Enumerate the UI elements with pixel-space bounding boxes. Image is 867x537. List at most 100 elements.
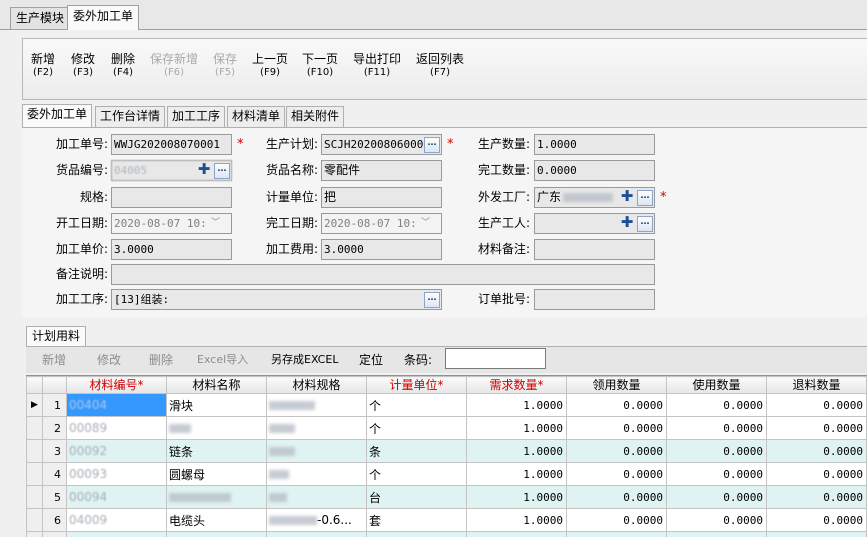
save-button[interactable]: 保存 (F5) bbox=[213, 52, 237, 80]
chevron-down-icon[interactable]: ﹀ bbox=[421, 218, 431, 228]
grid-delete-button[interactable]: 删除 bbox=[149, 353, 173, 367]
prev-page-button[interactable]: 上一页 (F9) bbox=[252, 52, 288, 80]
grid-add-button[interactable]: 新增 bbox=[42, 353, 66, 367]
fee-field[interactable]: 3.0000 bbox=[321, 239, 442, 260]
material-spec-cell[interactable] bbox=[266, 462, 367, 486]
material-spec-cell[interactable] bbox=[266, 393, 367, 417]
item-name-field[interactable]: 零配件 bbox=[321, 160, 442, 181]
used-qty-cell[interactable]: 0.0000 bbox=[666, 393, 767, 417]
table-row[interactable]: 5 00094 台 1.0000 0.0000 0.0000 0.0000 bbox=[26, 485, 867, 509]
process-field[interactable]: [13]组装: bbox=[111, 289, 442, 310]
table-row[interactable]: 4 00093 圆螺母 个 1.0000 0.0000 0.0000 0.000… bbox=[26, 462, 867, 486]
returned-qty-cell[interactable]: 0.0000 bbox=[766, 462, 867, 486]
back-to-list-button[interactable]: 返回列表 (F7) bbox=[416, 52, 464, 80]
add-button[interactable]: 新增 (F2) bbox=[31, 52, 55, 80]
remark-field[interactable] bbox=[111, 264, 655, 285]
material-code-cell[interactable]: 00093 bbox=[66, 462, 167, 486]
issued-qty-cell[interactable]: 0.0000 bbox=[566, 416, 667, 440]
delete-button[interactable]: 删除 (F4) bbox=[111, 52, 135, 80]
column-header[interactable]: 使用数量 bbox=[666, 376, 767, 394]
table-row[interactable] bbox=[26, 531, 867, 537]
factory-browse-button[interactable]: … bbox=[637, 190, 653, 206]
column-header[interactable]: 领用数量 bbox=[566, 376, 667, 394]
save-as-excel-button[interactable]: 另存成EXCEL bbox=[271, 353, 338, 367]
material-code-cell[interactable]: 00094 bbox=[66, 485, 167, 509]
returned-qty-cell[interactable]: 0.0000 bbox=[766, 439, 867, 463]
used-qty-cell[interactable]: 0.0000 bbox=[666, 485, 767, 509]
done-qty-field[interactable]: 0.0000 bbox=[534, 160, 655, 181]
table-row[interactable]: 6 04009 电缆头 -0.6... 套 1.0000 0.0000 0.00… bbox=[26, 508, 867, 532]
qty-field[interactable]: 1.0000 bbox=[534, 134, 655, 155]
required-qty-cell[interactable]: 1.0000 bbox=[466, 485, 567, 509]
column-header[interactable]: 材料规格 bbox=[266, 376, 367, 394]
column-header[interactable]: 材料名称 bbox=[166, 376, 267, 394]
spec-field[interactable] bbox=[111, 187, 232, 208]
unit-cell[interactable]: 套 bbox=[366, 508, 467, 532]
price-field[interactable]: 3.0000 bbox=[111, 239, 232, 260]
required-qty-cell[interactable]: 1.0000 bbox=[466, 508, 567, 532]
material-code-cell[interactable]: 00089 bbox=[66, 416, 167, 440]
issued-qty-cell[interactable]: 0.0000 bbox=[566, 393, 667, 417]
material-name-cell[interactable]: 链条 bbox=[166, 439, 267, 463]
plan-browse-button[interactable]: … bbox=[424, 137, 440, 153]
unit-cell[interactable]: 个 bbox=[366, 462, 467, 486]
unit-cell[interactable]: 台 bbox=[366, 485, 467, 509]
table-row[interactable]: ▶ 1 00404 滑块 个 1.0000 0.0000 0.0000 0.00… bbox=[26, 393, 867, 417]
tab-attachments[interactable]: 相关附件 bbox=[286, 106, 345, 127]
material-code-cell[interactable]: 00404 bbox=[66, 393, 167, 417]
column-header[interactable]: 退料数量 bbox=[766, 376, 867, 394]
column-header[interactable]: 需求数量* bbox=[466, 376, 567, 394]
table-row[interactable]: 2 00089 个 1.0000 0.0000 0.0000 0.0000 bbox=[26, 416, 867, 440]
material-name-cell[interactable]: 滑块 bbox=[166, 393, 267, 417]
required-qty-cell[interactable]: 1.0000 bbox=[466, 462, 567, 486]
table-row[interactable]: 3 00092 链条 条 1.0000 0.0000 0.0000 0.0000 bbox=[26, 439, 867, 463]
required-qty-cell[interactable]: 1.0000 bbox=[466, 439, 567, 463]
grid-edit-button[interactable]: 修改 bbox=[97, 353, 121, 367]
unit-cell[interactable]: 个 bbox=[366, 416, 467, 440]
material-name-cell[interactable] bbox=[166, 485, 267, 509]
edit-button[interactable]: 修改 (F3) bbox=[71, 52, 95, 80]
locate-button[interactable]: 定位 bbox=[359, 353, 383, 367]
tab-production-module[interactable]: 生产模块 bbox=[10, 7, 71, 29]
tab-material-list[interactable]: 材料清单 bbox=[227, 106, 286, 127]
used-qty-cell[interactable]: 0.0000 bbox=[666, 439, 767, 463]
required-qty-cell[interactable]: 1.0000 bbox=[466, 393, 567, 417]
column-header[interactable]: 计量单位* bbox=[366, 376, 467, 394]
unit-cell[interactable]: 个 bbox=[366, 393, 467, 417]
tab-workbench-details[interactable]: 工作台详情 bbox=[95, 106, 166, 127]
order-no-field[interactable]: WWJG202008070001 bbox=[111, 134, 232, 155]
issued-qty-cell[interactable]: 0.0000 bbox=[566, 508, 667, 532]
tab-outsource-order[interactable]: 委外加工单 bbox=[67, 5, 140, 30]
issued-qty-cell[interactable]: 0.0000 bbox=[566, 462, 667, 486]
returned-qty-cell[interactable]: 0.0000 bbox=[766, 393, 867, 417]
used-qty-cell[interactable]: 0.0000 bbox=[666, 462, 767, 486]
material-name-cell[interactable] bbox=[166, 416, 267, 440]
material-spec-cell[interactable] bbox=[266, 485, 367, 509]
chevron-down-icon[interactable]: ﹀ bbox=[211, 218, 221, 228]
material-code-cell[interactable]: 04009 bbox=[66, 508, 167, 532]
add-icon[interactable]: ✚ bbox=[620, 215, 634, 230]
material-spec-cell[interactable]: -0.6... bbox=[266, 508, 367, 532]
save-new-button[interactable]: 保存新增 (F6) bbox=[150, 52, 198, 80]
add-icon[interactable]: ✚ bbox=[197, 162, 211, 177]
used-qty-cell[interactable]: 0.0000 bbox=[666, 508, 767, 532]
next-page-button[interactable]: 下一页 (F10) bbox=[302, 52, 338, 80]
required-qty-cell[interactable]: 1.0000 bbox=[466, 416, 567, 440]
excel-import-button[interactable]: Excel导入 bbox=[197, 353, 248, 367]
item-browse-button[interactable]: … bbox=[214, 163, 230, 179]
unit-field[interactable]: 把 bbox=[321, 187, 442, 208]
tab-outsource-order-detail[interactable]: 委外加工单 bbox=[22, 104, 93, 127]
process-browse-button[interactable]: … bbox=[424, 292, 440, 308]
unit-cell[interactable]: 条 bbox=[366, 439, 467, 463]
material-spec-cell[interactable] bbox=[266, 439, 367, 463]
material-note-field[interactable] bbox=[534, 239, 655, 260]
tab-planned-materials[interactable]: 计划用料 bbox=[26, 326, 87, 346]
used-qty-cell[interactable]: 0.0000 bbox=[666, 416, 767, 440]
batch-field[interactable] bbox=[534, 289, 655, 310]
add-icon[interactable]: ✚ bbox=[620, 189, 634, 204]
material-name-cell[interactable]: 圆螺母 bbox=[166, 462, 267, 486]
material-spec-cell[interactable] bbox=[266, 416, 367, 440]
export-print-button[interactable]: 导出打印 (F11) bbox=[353, 52, 401, 80]
barcode-input[interactable] bbox=[445, 348, 546, 369]
tab-processes[interactable]: 加工工序 bbox=[167, 106, 226, 127]
